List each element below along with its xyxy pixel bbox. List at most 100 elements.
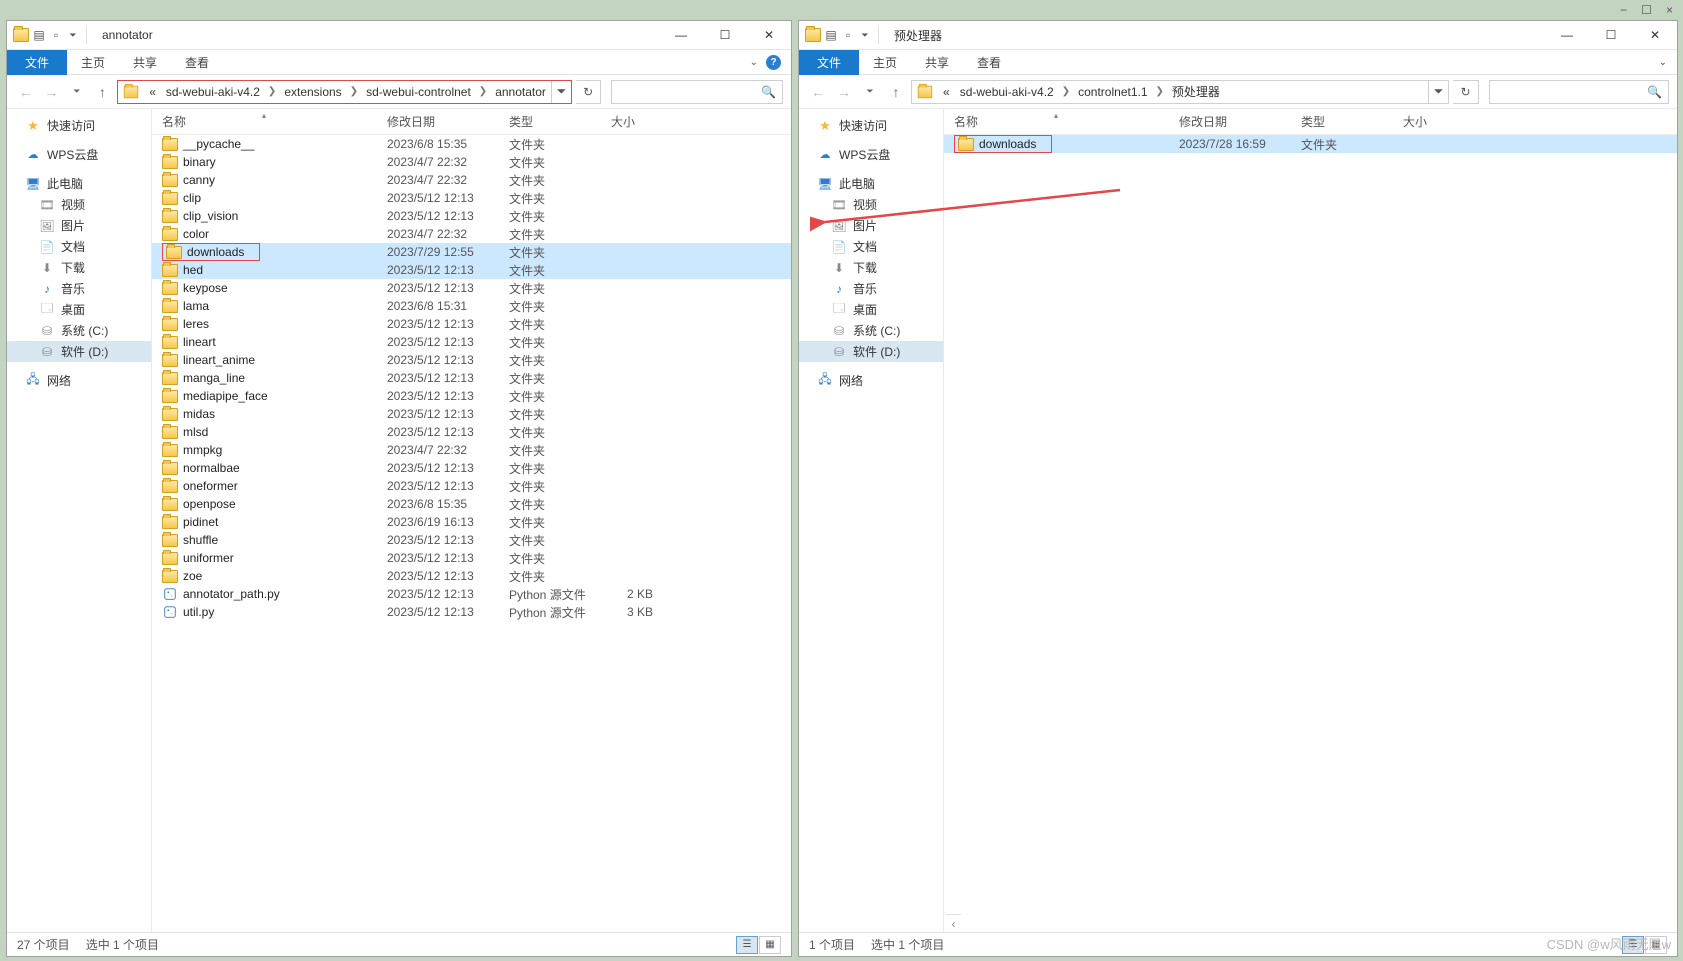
chevron-right-icon[interactable]: ❯ <box>265 86 279 97</box>
nav-forward-button[interactable]: → <box>833 81 855 103</box>
nav-wps-cloud[interactable]: ☁WPS云盘 <box>799 144 943 165</box>
nav-network[interactable]: 🖧网络 <box>799 370 943 391</box>
nav-quick-access[interactable]: ★快速访问 <box>7 115 151 136</box>
file-name-cell[interactable]: oneformer <box>152 479 377 493</box>
file-list[interactable]: downloads2023/7/28 16:59文件夹 <box>944 135 1677 914</box>
file-name-cell[interactable]: mediapipe_face <box>152 389 377 403</box>
col-size[interactable]: 大小 <box>1393 113 1453 130</box>
file-row[interactable]: downloads2023/7/28 16:59文件夹 <box>944 135 1677 153</box>
file-name-cell[interactable]: util.py <box>152 604 377 620</box>
outer-minimize-button[interactable]: − <box>1612 2 1635 18</box>
nav-history-button[interactable]: ⏷ <box>66 81 88 103</box>
file-row[interactable]: canny2023/4/7 22:32文件夹 <box>152 171 791 189</box>
col-name[interactable]: 名称▴ <box>152 113 377 130</box>
col-date[interactable]: 修改日期 <box>377 113 499 130</box>
titlebar[interactable]: ▤ ▫ ⏷ annotator — ☐ ✕ <box>7 21 791 50</box>
file-name-cell[interactable]: hed <box>152 263 377 277</box>
file-name-cell[interactable]: downloads <box>152 243 377 261</box>
close-button[interactable]: ✕ <box>1633 21 1677 50</box>
nav-desktop[interactable]: 🗔桌面 <box>7 299 151 320</box>
nav-downloads[interactable]: ⬇下载 <box>7 257 151 278</box>
tab-share[interactable]: 共享 <box>911 50 963 75</box>
col-size[interactable]: 大小 <box>601 113 661 130</box>
file-name-cell[interactable]: annotator_path.py <box>152 586 377 602</box>
file-list[interactable]: __pycache__2023/6/8 15:35文件夹binary2023/4… <box>152 135 791 932</box>
properties-icon[interactable]: ▤ <box>824 28 838 42</box>
new-folder-icon[interactable]: ▫ <box>49 28 63 42</box>
file-name-cell[interactable]: openpose <box>152 497 377 511</box>
col-date[interactable]: 修改日期 <box>1169 113 1291 130</box>
nav-documents[interactable]: 📄文档 <box>799 236 943 257</box>
search-input[interactable]: 🔍 <box>611 80 783 104</box>
file-row[interactable]: hed2023/5/12 12:13文件夹 <box>152 261 791 279</box>
chevron-right-icon[interactable]: ❯ <box>1059 86 1073 97</box>
nav-drive-c[interactable]: ⛁系统 (C:) <box>7 320 151 341</box>
file-row[interactable]: color2023/4/7 22:32文件夹 <box>152 225 791 243</box>
file-row[interactable]: manga_line2023/5/12 12:13文件夹 <box>152 369 791 387</box>
tab-home[interactable]: 主页 <box>859 50 911 75</box>
file-row[interactable]: clip2023/5/12 12:13文件夹 <box>152 189 791 207</box>
scroll-left-button[interactable]: ‹ <box>946 914 961 932</box>
new-folder-icon[interactable]: ▫ <box>841 28 855 42</box>
file-name-cell[interactable]: __pycache__ <box>152 137 377 151</box>
file-name-cell[interactable]: normalbae <box>152 461 377 475</box>
nav-this-pc[interactable]: 🖥此电脑 <box>7 173 151 194</box>
nav-pictures[interactable]: 🖼图片 <box>799 215 943 236</box>
qat-dropdown-icon[interactable]: ⏷ <box>858 28 872 42</box>
nav-music[interactable]: ♪音乐 <box>7 278 151 299</box>
nav-music[interactable]: ♪音乐 <box>799 278 943 299</box>
tab-view[interactable]: 查看 <box>171 50 223 75</box>
view-details-button[interactable]: ☰ <box>1622 936 1644 954</box>
file-name-cell[interactable]: manga_line <box>152 371 377 385</box>
nav-drive-c[interactable]: ⛁系统 (C:) <box>799 320 943 341</box>
nav-up-button[interactable]: ↑ <box>885 81 907 103</box>
file-name-cell[interactable]: lama <box>152 299 377 313</box>
nav-this-pc[interactable]: 🖥此电脑 <box>799 173 943 194</box>
file-name-cell[interactable]: uniformer <box>152 551 377 565</box>
file-name-cell[interactable]: clip <box>152 191 377 205</box>
search-input[interactable]: 🔍 <box>1489 80 1669 104</box>
tab-share[interactable]: 共享 <box>119 50 171 75</box>
file-name-cell[interactable]: mlsd <box>152 425 377 439</box>
file-row[interactable]: util.py2023/5/12 12:13Python 源文件3 KB <box>152 603 791 621</box>
view-icons-button[interactable]: ▦ <box>759 936 781 954</box>
help-icon[interactable]: ? <box>766 55 781 70</box>
file-row[interactable]: annotator_path.py2023/5/12 12:13Python 源… <box>152 585 791 603</box>
file-row[interactable]: binary2023/4/7 22:32文件夹 <box>152 153 791 171</box>
file-row[interactable]: mediapipe_face2023/5/12 12:13文件夹 <box>152 387 791 405</box>
file-name-cell[interactable]: lineart_anime <box>152 353 377 367</box>
file-name-cell[interactable]: clip_vision <box>152 209 377 223</box>
address-bar[interactable]: « sd-webui-aki-v4.2❯ extensions❯ sd-webu… <box>117 80 572 104</box>
file-row[interactable]: mmpkg2023/4/7 22:32文件夹 <box>152 441 791 459</box>
nav-back-button[interactable]: ← <box>807 81 829 103</box>
nav-drive-d[interactable]: ⛁软件 (D:) <box>7 341 151 362</box>
file-row[interactable]: leres2023/5/12 12:13文件夹 <box>152 315 791 333</box>
close-button[interactable]: ✕ <box>747 21 791 50</box>
file-name-cell[interactable]: midas <box>152 407 377 421</box>
nav-downloads[interactable]: ⬇下载 <box>799 257 943 278</box>
chevron-right-icon[interactable]: ❯ <box>476 86 490 97</box>
minimize-button[interactable]: — <box>659 21 703 50</box>
maximize-button[interactable]: ☐ <box>703 21 747 50</box>
tab-home[interactable]: 主页 <box>67 50 119 75</box>
refresh-button[interactable]: ↻ <box>576 80 601 104</box>
file-name-cell[interactable]: leres <box>152 317 377 331</box>
view-icons-button[interactable]: ▦ <box>1645 936 1667 954</box>
expand-ribbon-icon[interactable]: ⌄ <box>1659 57 1667 68</box>
col-type[interactable]: 类型 <box>1291 113 1393 130</box>
file-name-cell[interactable]: binary <box>152 155 377 169</box>
file-row[interactable]: __pycache__2023/6/8 15:35文件夹 <box>152 135 791 153</box>
file-row[interactable]: uniformer2023/5/12 12:13文件夹 <box>152 549 791 567</box>
col-name[interactable]: 名称▴ <box>944 113 1169 130</box>
address-bar[interactable]: « sd-webui-aki-v4.2❯ controlnet1.1❯ 预处理器… <box>911 80 1449 104</box>
file-name-cell[interactable]: zoe <box>152 569 377 583</box>
file-row[interactable]: pidinet2023/6/19 16:13文件夹 <box>152 513 791 531</box>
address-dropdown-button[interactable]: ⏷ <box>551 81 571 103</box>
minimize-button[interactable]: — <box>1545 21 1589 50</box>
nav-wps-cloud[interactable]: ☁WPS云盘 <box>7 144 151 165</box>
file-row[interactable]: oneformer2023/5/12 12:13文件夹 <box>152 477 791 495</box>
nav-documents[interactable]: 📄文档 <box>7 236 151 257</box>
nav-desktop[interactable]: 🗔桌面 <box>799 299 943 320</box>
properties-icon[interactable]: ▤ <box>32 28 46 42</box>
col-type[interactable]: 类型 <box>499 113 601 130</box>
